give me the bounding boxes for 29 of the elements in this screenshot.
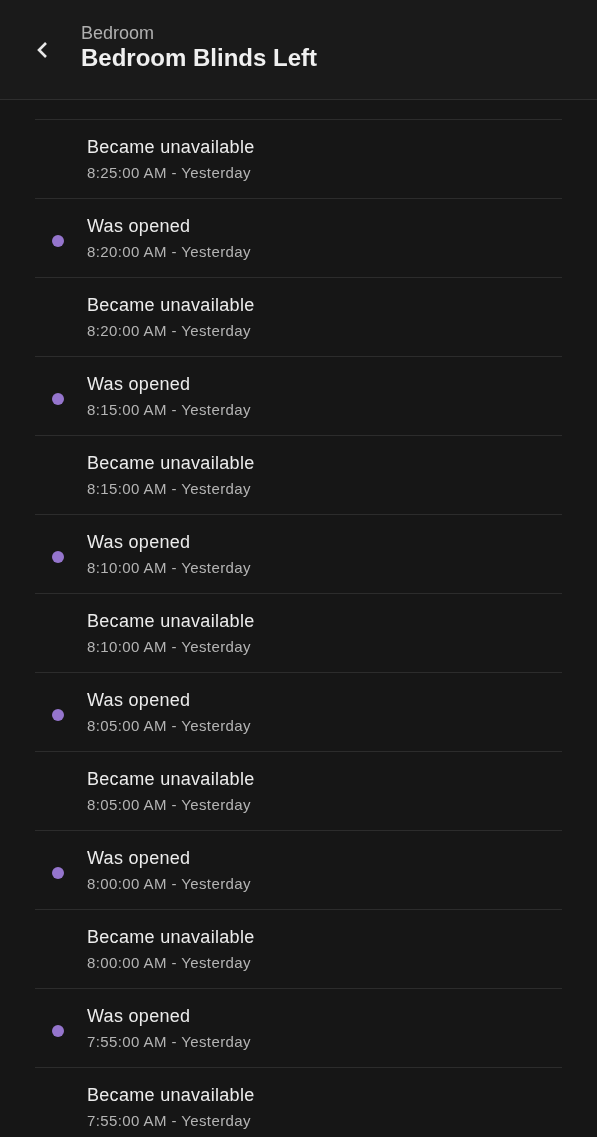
event-time: 7:55:00 AM - Yesterday [87,1112,252,1129]
event-time: 8:15:00 AM - Yesterday [87,401,251,418]
event-message: Became unavailable [87,137,255,158]
event-time: 8:05:00 AM - Yesterday [87,717,251,734]
event-time: 7:55:00 AM - Yesterday [87,1033,251,1050]
area-name: Bedroom [81,23,156,44]
event-message: Became unavailable [87,295,255,316]
event-time: 8:15:00 AM - Yesterday [87,480,252,497]
event-message: Became unavailable [87,769,255,790]
entity-title: Bedroom Blinds Left [81,44,317,72]
event-time: 8:20:00 AM - Yesterday [87,322,252,339]
event-time: 8:10:00 AM - Yesterday [87,559,251,576]
event-message: Was opened [87,848,192,869]
event-message: Became unavailable [87,927,255,948]
event-message: Was opened [87,216,192,237]
event-message: Became unavailable [87,611,255,632]
event-message: Was opened [87,1006,192,1027]
event-time: 8:00:00 AM - Yesterday [87,954,252,971]
event-time: 8:10:00 AM - Yesterday [87,638,252,655]
event-message: Was opened [87,690,192,711]
event-time: 8:05:00 AM - Yesterday [87,796,252,813]
event-time: 8:00:00 AM - Yesterday [87,875,251,892]
event-time: 8:25:00 AM - Yesterday [87,164,252,181]
event-message: Became unavailable [87,1085,255,1106]
event-message: Became unavailable [87,453,255,474]
event-time: 8:20:00 AM - Yesterday [87,243,251,260]
event-message: Was opened [87,532,192,553]
chevron-left-icon [35,40,49,59]
event-message: Was opened [87,374,192,395]
